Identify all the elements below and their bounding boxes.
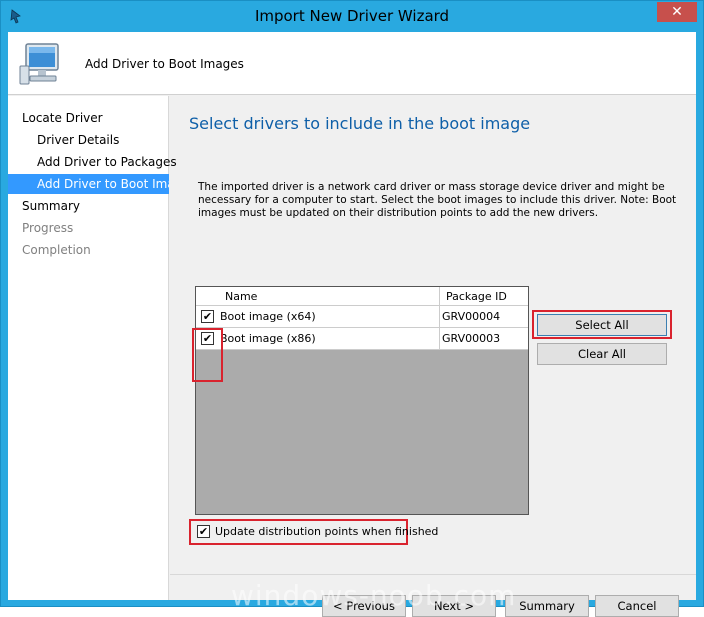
window-title: Import New Driver Wizard (254, 7, 450, 25)
wizard-window: Import New Driver Wizard ✕ Add Driver to… (0, 0, 704, 617)
select-all-button[interactable]: Select All (537, 314, 667, 336)
row-checkbox-x64[interactable]: ✔ (201, 310, 214, 323)
header-title: Add Driver to Boot Images (85, 57, 244, 71)
update-dp-checkbox[interactable]: ✔ (197, 525, 210, 538)
table-row[interactable]: ✔ Boot image (x86) GRV00003 (196, 328, 528, 350)
footer-divider (170, 574, 696, 575)
wizard-nav: Locate Driver Driver Details Add Driver … (8, 96, 177, 600)
computer-icon (19, 43, 59, 85)
cell-package-id: GRV00004 (442, 310, 501, 323)
nav-item-add-driver-packages[interactable]: Add Driver to Packages (37, 152, 177, 172)
cell-separator (439, 328, 440, 350)
nav-item-add-driver-boot-images[interactable]: Add Driver to Boot Images (8, 174, 169, 194)
table-row[interactable]: ✔ Boot image (x64) GRV00004 (196, 306, 528, 328)
wizard-content: Select drivers to include in the boot im… (170, 96, 696, 617)
nav-item-summary[interactable]: Summary (22, 196, 80, 216)
column-header-name[interactable]: Name (225, 287, 257, 306)
nav-item-driver-details[interactable]: Driver Details (37, 130, 119, 150)
nav-item-progress: Progress (22, 221, 74, 235)
checkbox-highlight-box (192, 328, 223, 382)
cancel-button[interactable]: Cancel (595, 595, 679, 617)
wizard-client: Add Driver to Boot Images Locate Driver … (8, 32, 696, 617)
update-dp-label[interactable]: Update distribution points when finished (215, 525, 438, 538)
cell-package-id: GRV00003 (442, 332, 501, 345)
column-separator[interactable] (439, 287, 440, 306)
cell-separator (439, 306, 440, 328)
watermark-text: windows-noob.com (231, 579, 517, 612)
cell-name: Boot image (x64) (220, 310, 316, 323)
clear-all-button[interactable]: Clear All (537, 343, 667, 365)
boot-images-grid[interactable]: Name Package ID ✔ Boot image (x64) GRV00… (195, 286, 529, 515)
wizard-header: Add Driver to Boot Images (8, 32, 696, 95)
nav-item-locate-driver[interactable]: Locate Driver (22, 108, 103, 128)
cell-name: Boot image (x86) (220, 332, 316, 345)
close-button[interactable]: ✕ (657, 2, 697, 22)
summary-button[interactable]: Summary (505, 595, 589, 617)
column-header-package-id[interactable]: Package ID (446, 287, 507, 306)
page-description: The imported driver is a network card dr… (198, 181, 677, 219)
grid-header: Name Package ID (196, 287, 528, 306)
nav-item-completion: Completion (22, 243, 91, 257)
title-bar[interactable]: Import New Driver Wizard ✕ (1, 1, 703, 32)
page-heading: Select drivers to include in the boot im… (189, 114, 531, 133)
